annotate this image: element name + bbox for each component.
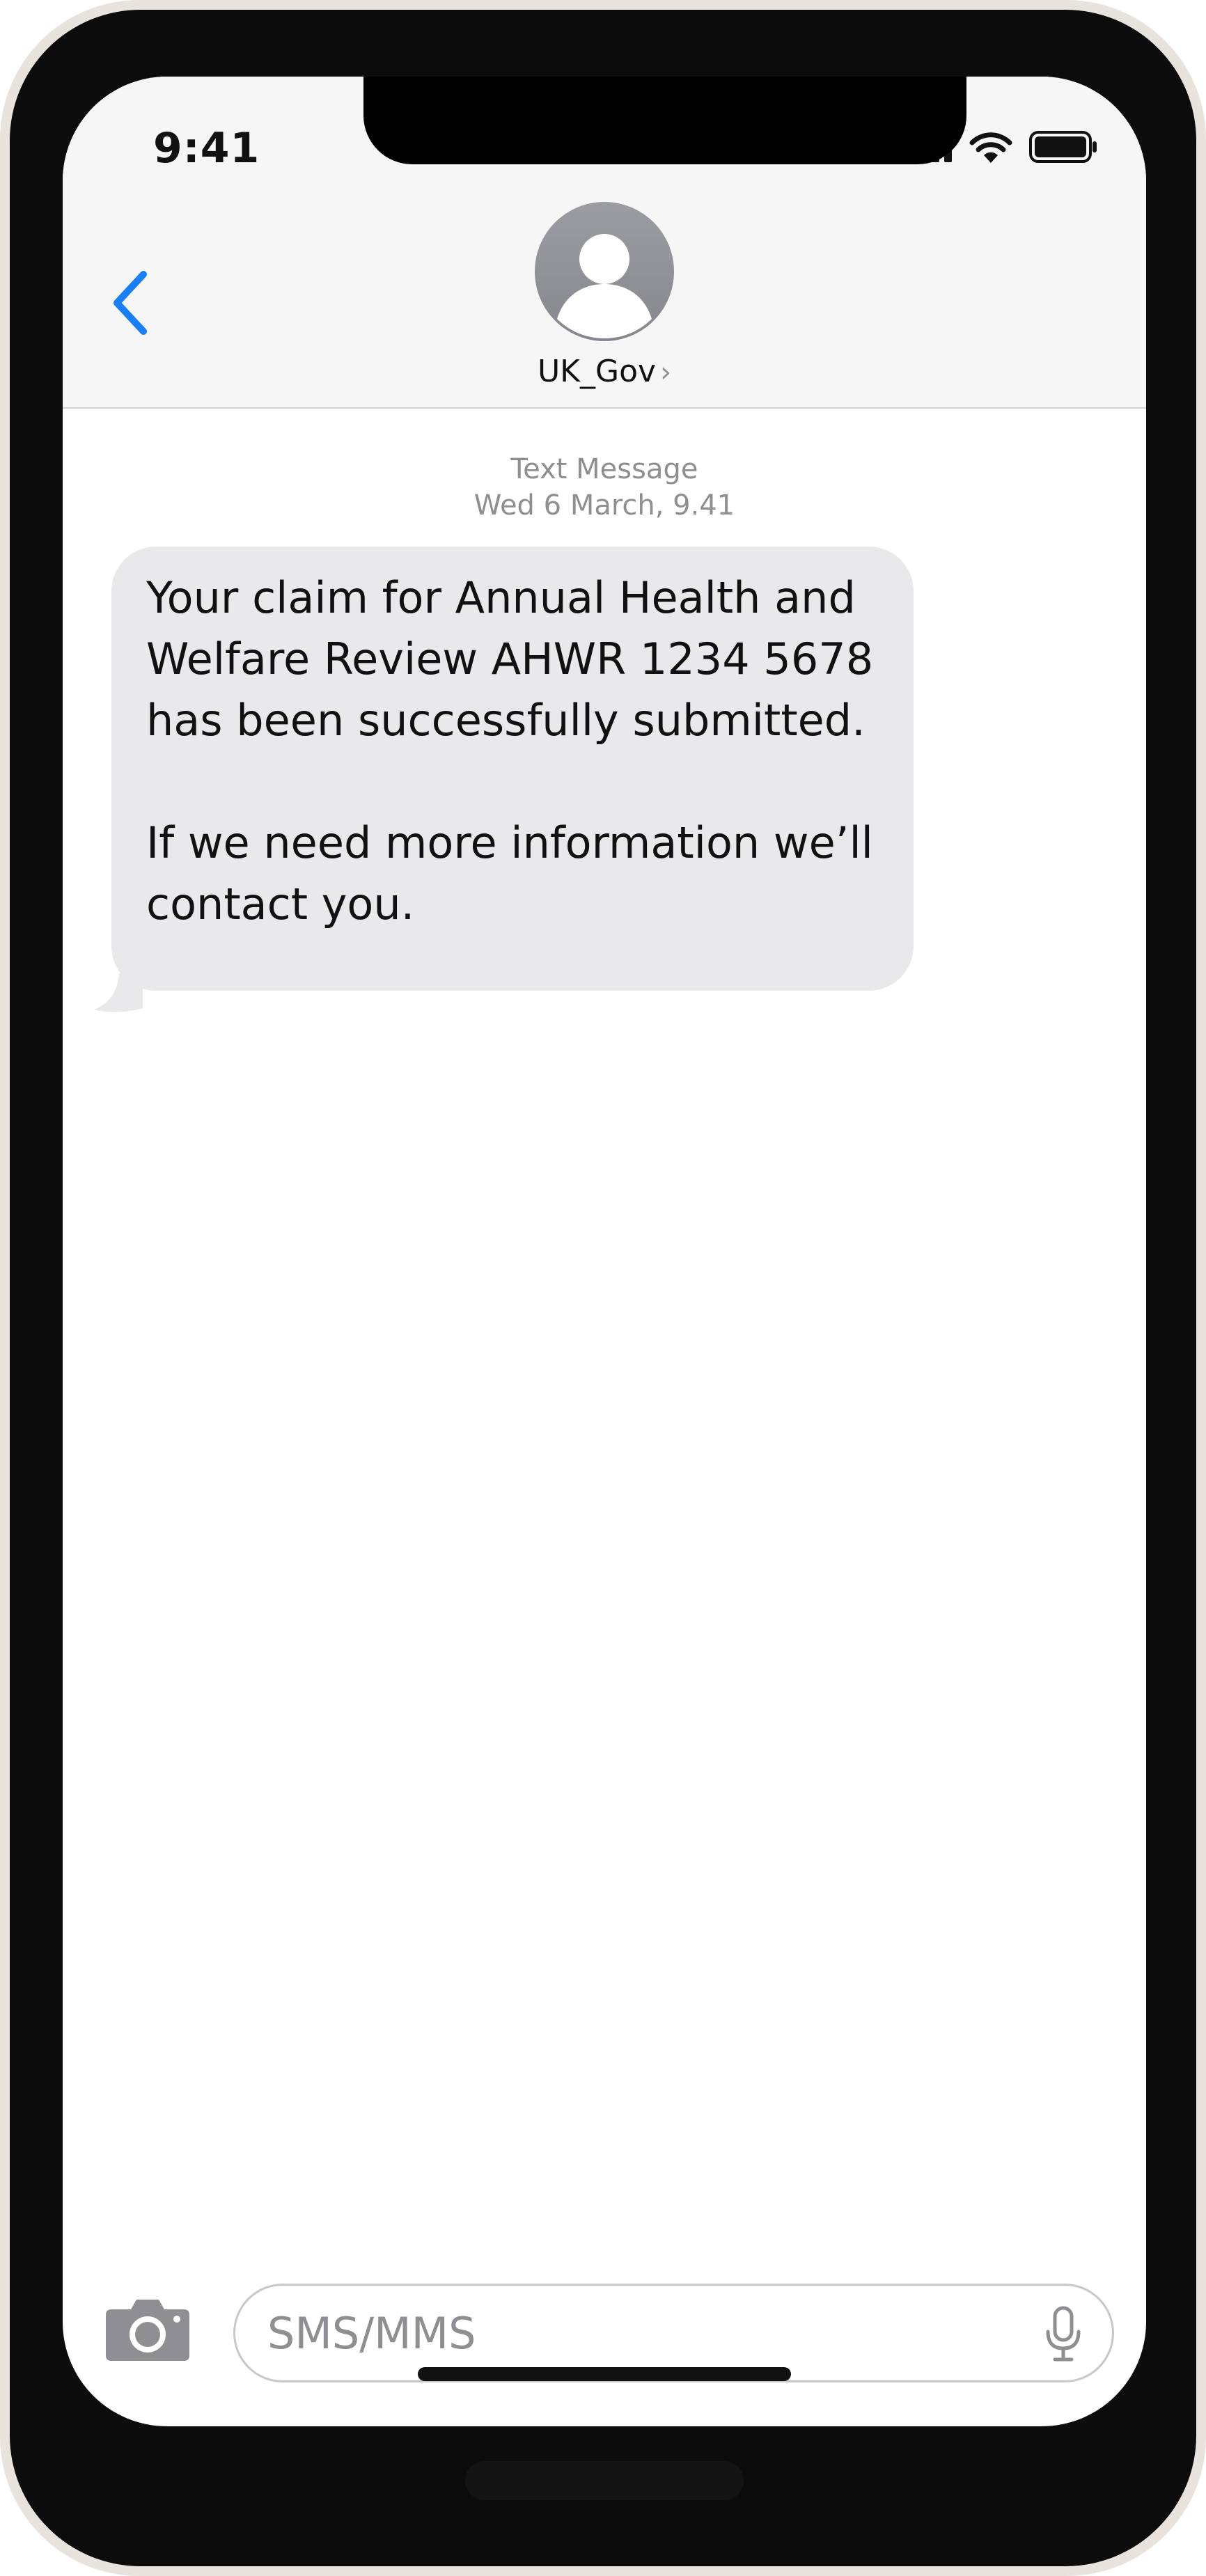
- contact-name-row[interactable]: UK_Gov ›: [63, 354, 1146, 389]
- phone-frame: 9:41 UK_Gov › Text Message Wed 6 March, …: [0, 0, 1206, 2576]
- message-bubble-incoming[interactable]: Your claim for Annual Health and Welfare…: [111, 547, 914, 991]
- contact-avatar[interactable]: [535, 202, 674, 341]
- message-timestamp: Wed 6 March, 9.41: [473, 489, 735, 521]
- wifi-icon: [969, 132, 1012, 163]
- camera-icon[interactable]: [104, 2295, 191, 2362]
- phone-screen: 9:41 UK_Gov › Text Message Wed 6 March, …: [63, 77, 1146, 2426]
- home-indicator[interactable]: [418, 2367, 791, 2381]
- contact-name: UK_Gov: [537, 354, 657, 389]
- message-composer: SMS/MMS: [63, 2217, 1146, 2382]
- camera-notch: [363, 77, 966, 164]
- message-input-placeholder: SMS/MMS: [267, 2307, 476, 2359]
- microphone-icon[interactable]: [1042, 2305, 1084, 2364]
- back-chevron-icon[interactable]: [104, 265, 153, 341]
- message-meta: Text Message Wed 6 March, 9.41: [63, 451, 1146, 524]
- person-silhouette-icon: [557, 234, 652, 338]
- battery-icon: [1029, 131, 1097, 163]
- home-bar-slot: [465, 2461, 744, 2500]
- contact-chevron-icon: ›: [660, 356, 672, 388]
- service-label: Text Message: [510, 453, 698, 485]
- status-time: 9:41: [153, 124, 260, 173]
